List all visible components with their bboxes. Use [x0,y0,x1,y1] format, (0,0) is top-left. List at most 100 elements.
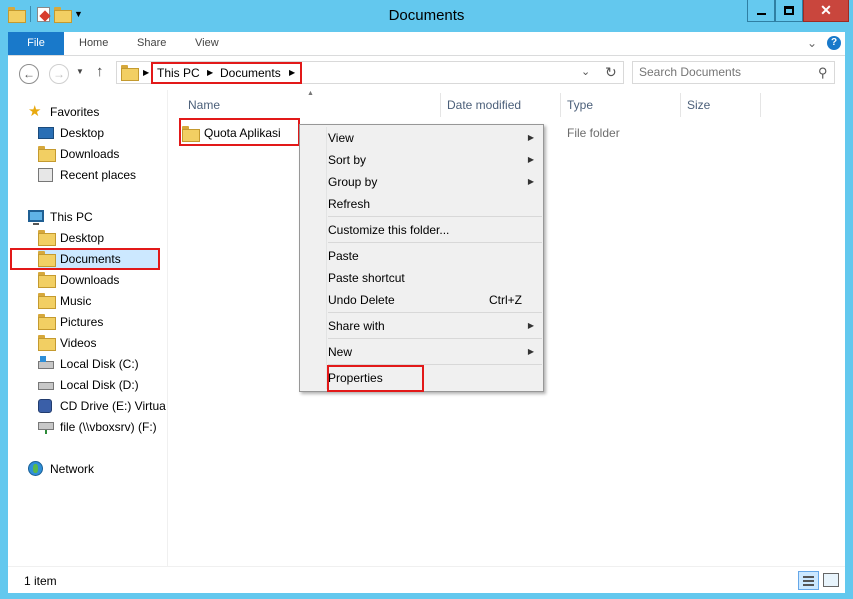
desktop-icon [38,125,54,141]
menu-gutter [326,127,327,389]
menu-separator [328,312,542,313]
nav-this-pc[interactable]: This PC [28,206,93,227]
nav-network[interactable]: Network [28,458,94,479]
location-folder-icon [121,65,139,81]
nav-fav-recent[interactable]: Recent places [38,164,136,185]
menu-item-label: Undo Delete [328,293,395,307]
ribbon-tabs: File Home Share View ⌄ ? [8,32,845,56]
menu-item-view[interactable]: View ▶ [328,127,538,149]
nav-item-label: Videos [60,335,97,350]
nav-item-label: Local Disk (D:) [60,377,139,392]
menu-separator [328,216,542,217]
search-box[interactable]: ⚲ [632,61,835,84]
nav-item-label: file (\\vboxsrv) (F:) [60,419,157,434]
status-bar: 1 item [8,566,845,593]
back-button[interactable]: ← [19,64,39,84]
nav-item-label: Desktop [60,230,105,245]
help-icon[interactable]: ? [827,36,841,50]
nav-this-pc-label: This PC [50,209,93,224]
item-count: 1 item [24,574,57,588]
star-icon: ★ [28,102,42,120]
desktop-folder-icon [38,229,56,246]
videos-folder-icon [38,334,56,351]
minimize-button[interactable] [747,0,775,22]
breadcrumb-documents[interactable]: Documents [220,66,281,80]
submenu-arrow-icon: ▶ [527,347,534,356]
menu-separator [328,338,542,339]
breadcrumb-this-pc[interactable]: This PC [157,66,200,80]
breadcrumb-arrow-icon[interactable]: ▶ [207,68,213,77]
tab-share[interactable]: Share [137,32,166,55]
nav-pc-pictures[interactable]: Pictures [38,311,103,332]
nav-item-label: Downloads [60,146,120,161]
maximize-button[interactable] [775,0,803,22]
recent-locations-icon[interactable]: ▼ [76,67,84,76]
large-icons-view-icon[interactable] [823,573,839,587]
nav-item-label: Desktop [60,125,105,140]
nav-favorites[interactable]: ★ Favorites [28,101,99,122]
network-icon [28,460,44,477]
nav-pc-videos[interactable]: Videos [38,332,96,353]
nav-network-label: Network [50,461,95,476]
forward-button[interactable]: → [49,64,69,84]
column-header-name[interactable]: Name [182,93,441,117]
search-icon[interactable]: ⚲ [818,65,828,81]
nav-item-label: Local Disk (C:) [60,356,139,371]
nav-pc-music[interactable]: Music [38,290,91,311]
folder-icon [182,126,200,142]
nav-fav-downloads[interactable]: Downloads [38,143,119,164]
documents-folder-icon [38,250,56,267]
nav-pc-documents[interactable]: Documents [38,248,160,269]
breadcrumb-root-arrow-icon[interactable]: ▶ [143,68,149,77]
tab-file[interactable]: File [8,32,64,55]
details-view-icon[interactable] [798,571,819,590]
column-header-date-modified[interactable]: Date modified [441,93,561,117]
up-button[interactable]: ↑ [96,63,104,80]
menu-item-sort-by[interactable]: Sort by ▶ [328,149,538,171]
breadcrumb-arrow-icon[interactable]: ▶ [289,68,295,77]
nav-pc-local-c[interactable]: Local Disk (C:) [38,353,139,374]
nav-pc-downloads[interactable]: Downloads [38,269,119,290]
menu-item-undo-delete[interactable]: Undo Delete Ctrl+Z [328,289,538,311]
nav-fav-desktop[interactable]: Desktop [38,122,104,143]
nav-item-label: Documents [60,251,121,266]
menu-item-refresh[interactable]: Refresh [328,193,538,215]
file-name: Quota Aplikasi [204,126,281,140]
explorer-window: ▼ Documents ✕ File Home Share View ⌄ ? ←… [0,0,853,599]
menu-item-customize[interactable]: Customize this folder... [328,219,538,241]
music-folder-icon [38,292,56,309]
tab-home[interactable]: Home [79,32,108,55]
nav-item-label: Recent places [60,167,137,182]
file-row[interactable]: Quota Aplikasi [182,122,286,144]
expand-ribbon-icon[interactable]: ⌄ [807,36,817,50]
menu-item-paste-shortcut[interactable]: Paste shortcut [328,267,538,289]
refresh-icon[interactable]: ↻ [605,64,617,81]
file-type: File folder [567,126,620,140]
window-title: Documents [388,7,465,24]
close-button[interactable]: ✕ [803,0,849,22]
column-header-size[interactable]: Size [681,93,761,117]
nav-pc-cd-drive[interactable]: CD Drive (E:) VirtualBox [38,395,166,416]
column-header-type[interactable]: Type [561,93,681,117]
navigation-pane: ★ Favorites Desktop Downloads Recent pla… [8,90,168,566]
system-drive-icon [38,355,54,372]
tab-view[interactable]: View [195,32,219,55]
menu-item-label: Sort by [328,153,367,167]
back-arrow-icon: ← [23,67,35,81]
address-bar[interactable]: ▶ This PC ▶ Documents ▶ ⌄ ↻ [116,61,624,84]
menu-separator [328,242,542,243]
nav-pc-network-share[interactable]: file (\\vboxsrv) (F:) [38,416,157,437]
address-history-icon[interactable]: ⌄ [581,65,590,78]
nav-item-label: Downloads [60,272,120,287]
menu-item-paste[interactable]: Paste [328,245,538,267]
menu-item-new[interactable]: New ▶ [328,341,538,363]
context-menu: View ▶ Sort by ▶ Group by ▶ Refresh Customi… [299,124,544,392]
search-input[interactable] [639,65,809,79]
nav-pc-local-d[interactable]: Local Disk (D:) [38,374,139,395]
menu-item-group-by[interactable]: Group by ▶ [328,171,538,193]
downloads-folder-icon [38,271,56,288]
menu-item-properties[interactable]: Properties [328,367,538,389]
menu-item-share-with[interactable]: Share with ▶ [328,315,538,337]
title-bar: ▼ Documents ✕ [0,0,853,32]
nav-pc-desktop[interactable]: Desktop [38,227,104,248]
